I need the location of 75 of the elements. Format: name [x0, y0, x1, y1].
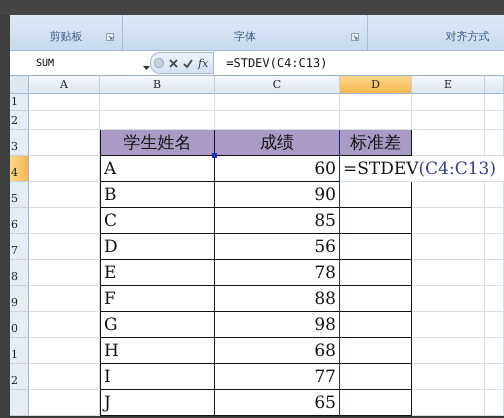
table-cell: H: [100, 338, 215, 364]
grid-cell: [485, 94, 504, 111]
table-cell: 60: [215, 156, 340, 182]
dialog-launcher-icon[interactable]: [351, 33, 359, 41]
column-header[interactable]: B: [100, 76, 215, 94]
row-header[interactable]: 0: [10, 312, 29, 338]
table-cell: B: [100, 182, 215, 208]
table-cell: [340, 182, 412, 208]
grid-cell: [485, 338, 504, 364]
cell-formula: =STDEV(C4:C13): [343, 158, 496, 178]
row-header[interactable]: 7: [10, 234, 29, 260]
table-cell: G: [100, 312, 215, 338]
row-header[interactable]: 2: [10, 111, 29, 130]
grid-cell: [485, 234, 504, 260]
grid-cell: [485, 182, 504, 208]
grid-cell: [485, 111, 504, 130]
row-header[interactable]: 6: [10, 208, 29, 234]
row-header[interactable]: 3: [10, 130, 29, 156]
table-cell: 98: [215, 312, 340, 338]
table-cell: [340, 338, 412, 364]
table-cell: [340, 312, 412, 338]
grid-cell: [485, 286, 504, 312]
table-cell: [340, 208, 412, 234]
table-cell: F: [100, 286, 215, 312]
grid-cell: [485, 208, 504, 234]
grid-cell: [340, 94, 412, 111]
table-cell: [340, 234, 412, 260]
table-cell: 65: [215, 390, 340, 416]
group-label: 对齐方式: [446, 29, 490, 44]
table-cell: A: [100, 156, 215, 182]
row-header[interactable]: 2: [10, 364, 29, 390]
row-header[interactable]: 5: [10, 182, 29, 208]
row-header[interactable]: 8: [10, 260, 29, 286]
column-header[interactable]: C: [215, 76, 340, 94]
column-header[interactable]: A: [29, 76, 100, 94]
column-header[interactable]: E: [412, 76, 485, 94]
grid-cell: [485, 260, 504, 286]
table-cell: 90: [215, 182, 340, 208]
row-header[interactable]: 9: [10, 286, 29, 312]
fill-handle[interactable]: [212, 153, 217, 158]
name-box[interactable]: SUM: [10, 58, 150, 68]
table-cell: [340, 364, 412, 390]
table-cell: [340, 286, 412, 312]
grid-cell: [485, 312, 504, 338]
table-cell: 68: [215, 338, 340, 364]
table-cell: 88: [215, 286, 340, 312]
group-label: 字体: [234, 29, 256, 44]
dialog-launcher-icon[interactable]: [106, 33, 114, 41]
table-cell: 78: [215, 260, 340, 286]
group-label: 剪贴板: [50, 29, 82, 44]
insert-function-button[interactable]: fx: [198, 56, 208, 70]
formula-field[interactable]: =STDEV(C4:C13): [226, 56, 328, 70]
header-cell: 学生姓名: [100, 130, 215, 156]
grid-cell: [29, 94, 100, 111]
caret-icon[interactable]: [143, 66, 150, 70]
table-cell: D: [100, 234, 215, 260]
table-cell: 77: [215, 364, 340, 390]
column-header[interactable]: D: [340, 76, 412, 94]
check-icon[interactable]: [183, 58, 193, 68]
table-cell: E: [100, 260, 215, 286]
table-cell: 56: [215, 234, 340, 260]
row-header[interactable]: 4: [10, 156, 29, 182]
header-cell: 成绩: [215, 130, 340, 156]
table-cell: C: [100, 208, 215, 234]
table-cell: J: [100, 390, 215, 416]
table-cell: [340, 260, 412, 286]
cancel-icon[interactable]: [169, 58, 178, 68]
grid-cell: [29, 111, 100, 130]
header-cell: 标准差: [340, 130, 412, 156]
table-cell: I: [100, 364, 215, 390]
grid-cell: [485, 390, 504, 416]
row-header[interactable]: 1: [10, 94, 29, 111]
grid-cell: [485, 364, 504, 390]
row-header[interactable]: 1: [10, 338, 29, 364]
table-cell: 85: [215, 208, 340, 234]
